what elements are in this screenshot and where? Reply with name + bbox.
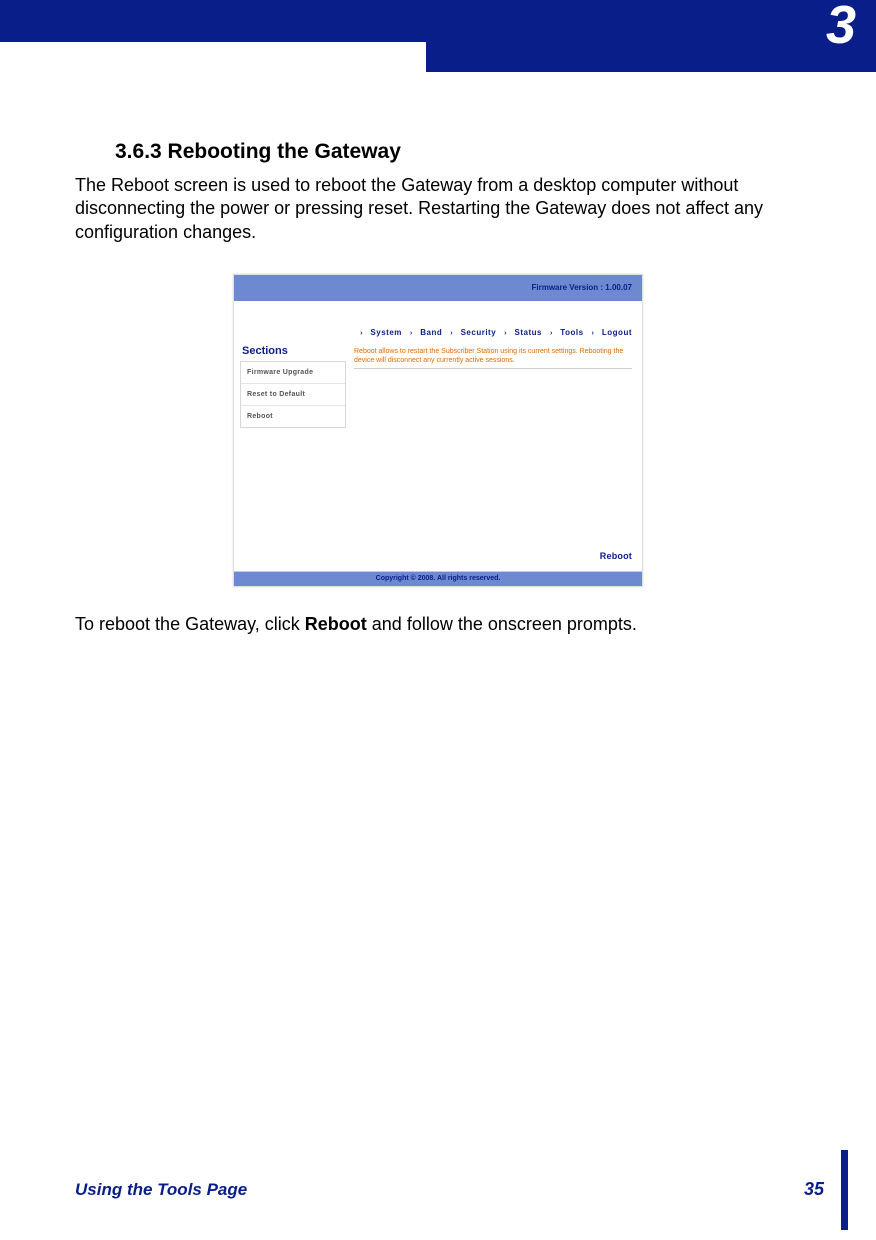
outro-bold: Reboot bbox=[305, 614, 367, 634]
nav-band[interactable]: Band bbox=[420, 328, 442, 337]
gui-sidebar: Sections Firmware Upgrade Reset to Defau… bbox=[234, 341, 346, 571]
footer-accent-bar bbox=[841, 1150, 848, 1230]
nav-sep-icon: › bbox=[550, 330, 552, 337]
nav-tools[interactable]: Tools bbox=[560, 328, 583, 337]
nav-logout[interactable]: Logout bbox=[602, 328, 632, 337]
page-footer: Using the Tools Page 35 bbox=[75, 1179, 836, 1200]
nav-status[interactable]: Status bbox=[515, 328, 542, 337]
sidebar-item-reset-to-default[interactable]: Reset to Default bbox=[241, 384, 345, 406]
nav-system[interactable]: System bbox=[370, 328, 401, 337]
chapter-title: Features and Web GUI Configuration bbox=[539, 50, 836, 70]
gui-screenshot: Firmware Version : 1.00.07 › System › Ba… bbox=[233, 274, 643, 587]
gui-top-bar: Firmware Version : 1.00.07 bbox=[234, 275, 642, 301]
firmware-version-label: Firmware Version : 1.00.07 bbox=[532, 283, 633, 292]
nav-sep-icon: › bbox=[592, 330, 594, 337]
sidebar-item-firmware-upgrade[interactable]: Firmware Upgrade bbox=[241, 362, 345, 384]
footer-title: Using the Tools Page bbox=[75, 1180, 247, 1200]
sidebar-list: Firmware Upgrade Reset to Default Reboot bbox=[240, 361, 346, 428]
nav-sep-icon: › bbox=[360, 330, 362, 337]
gui-nav-row: › System › Band › Security › Status › To… bbox=[234, 301, 642, 341]
nav-sep-icon: › bbox=[450, 330, 452, 337]
document-body: 3.6.3 Rebooting the Gateway The Reboot s… bbox=[75, 140, 801, 643]
reboot-button[interactable]: Reboot bbox=[354, 551, 632, 567]
outro-paragraph: To reboot the Gateway, click Reboot and … bbox=[75, 613, 801, 636]
chapter-number: 3 bbox=[826, 0, 856, 56]
figure-container: Firmware Version : 1.00.07 › System › Ba… bbox=[75, 274, 801, 587]
footer-page-number: 35 bbox=[804, 1179, 836, 1200]
gui-main-area: Sections Firmware Upgrade Reset to Defau… bbox=[234, 341, 642, 571]
gui-content-area: Reboot allows to restart the Subscriber … bbox=[346, 341, 642, 571]
content-spacer bbox=[354, 375, 632, 551]
nav-sep-icon: › bbox=[410, 330, 412, 337]
outro-suffix: and follow the onscreen prompts. bbox=[367, 614, 637, 634]
page-header: 3 Features and Web GUI Configuration bbox=[0, 0, 876, 72]
header-white-strip bbox=[0, 42, 426, 72]
reboot-warning-text: Reboot allows to restart the Subscriber … bbox=[354, 347, 632, 365]
intro-paragraph: The Reboot screen is used to reboot the … bbox=[75, 174, 801, 244]
outro-prefix: To reboot the Gateway, click bbox=[75, 614, 305, 634]
nav-sep-icon: › bbox=[504, 330, 506, 337]
sidebar-title: Sections bbox=[242, 345, 346, 357]
nav-security[interactable]: Security bbox=[461, 328, 497, 337]
sidebar-item-reboot[interactable]: Reboot bbox=[241, 406, 345, 427]
content-divider bbox=[354, 368, 632, 369]
section-heading: 3.6.3 Rebooting the Gateway bbox=[115, 140, 801, 164]
gui-footer: Copyright © 2008. All rights reserved. bbox=[234, 571, 642, 586]
